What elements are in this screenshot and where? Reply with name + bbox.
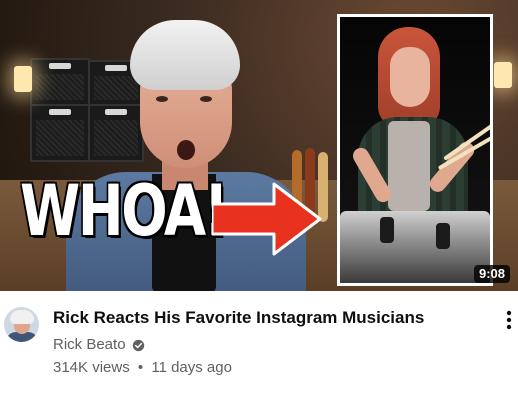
drum-kit <box>340 211 490 283</box>
upload-age: 11 days ago <box>151 359 232 376</box>
channel-name[interactable]: Rick Beato <box>53 334 126 356</box>
meta-separator: • <box>137 359 144 376</box>
verified-check-icon <box>132 339 144 351</box>
more-vertical-icon[interactable] <box>498 308 518 332</box>
lamp-light <box>494 62 512 88</box>
channel-row: Rick Beato <box>53 334 145 356</box>
view-count: 314K views <box>53 359 130 376</box>
channel-avatar[interactable] <box>4 307 39 342</box>
inset-video-panel <box>337 14 493 286</box>
arrow-right-icon <box>212 182 322 256</box>
video-metadata: 314K views • 11 days ago <box>53 357 232 379</box>
video-thumbnail[interactable]: WHOA! 9:08 <box>0 0 518 291</box>
thumbnail-overlay-text: WHOA! <box>20 170 229 252</box>
lamp-light <box>14 66 32 92</box>
duration-badge: 9:08 <box>473 265 510 283</box>
video-title[interactable]: Rick Reacts His Favorite Instagram Music… <box>53 306 473 330</box>
video-card[interactable]: WHOA! 9:08 Rick Reacts His Favorite Inst… <box>0 0 518 403</box>
